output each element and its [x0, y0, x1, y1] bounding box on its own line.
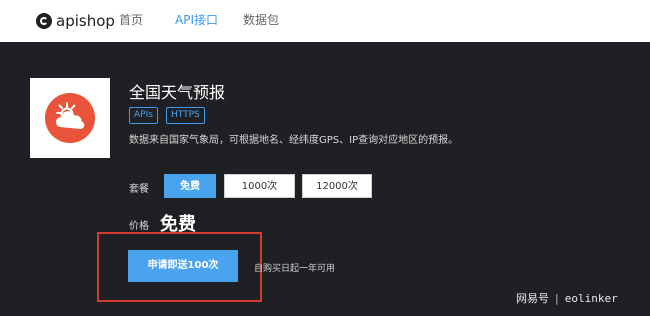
product-title: 全国天气预报	[129, 83, 226, 102]
nav-link-home[interactable]: 首页	[119, 12, 143, 28]
watermark: 网易号 | eolinker	[516, 290, 618, 306]
plan-option-1000[interactable]: 1000次	[224, 174, 295, 198]
validity-note: 自购买日起一年可用	[254, 264, 336, 274]
apishop-logo[interactable]: apishop	[36, 10, 115, 32]
apishop-logo-icon	[36, 13, 52, 29]
logo-text: apishop	[56, 12, 115, 30]
top-navbar: apishop 首页 API接口 数据包	[0, 0, 650, 42]
apply-button[interactable]: 申请即送100次	[128, 250, 238, 282]
tag-https: HTTPS	[166, 107, 205, 124]
price-label: 价格	[129, 221, 149, 232]
plan-option-12000[interactable]: 12000次	[302, 174, 372, 198]
plan-label: 套餐	[129, 184, 149, 195]
sun-cloud-icon	[45, 93, 95, 143]
watermark-handle: eolinker	[564, 292, 618, 305]
watermark-separator: |	[555, 292, 559, 305]
tag-apis: APIs	[129, 107, 158, 124]
product-icon-box	[30, 78, 110, 158]
nav-link-datapack[interactable]: 数据包	[243, 12, 279, 28]
product-description: 数据来自国家气象局，可根据地名、经纬度GPS、IP查询对应地区的预报。	[129, 135, 459, 146]
plan-option-free[interactable]: 免费	[164, 174, 216, 198]
watermark-brand: 网易号	[516, 292, 549, 305]
nav-link-api[interactable]: API接口	[175, 12, 218, 28]
page: apishop 首页 API接口 数据包 全国天气预报 APIs HTTPS 数…	[0, 0, 650, 316]
